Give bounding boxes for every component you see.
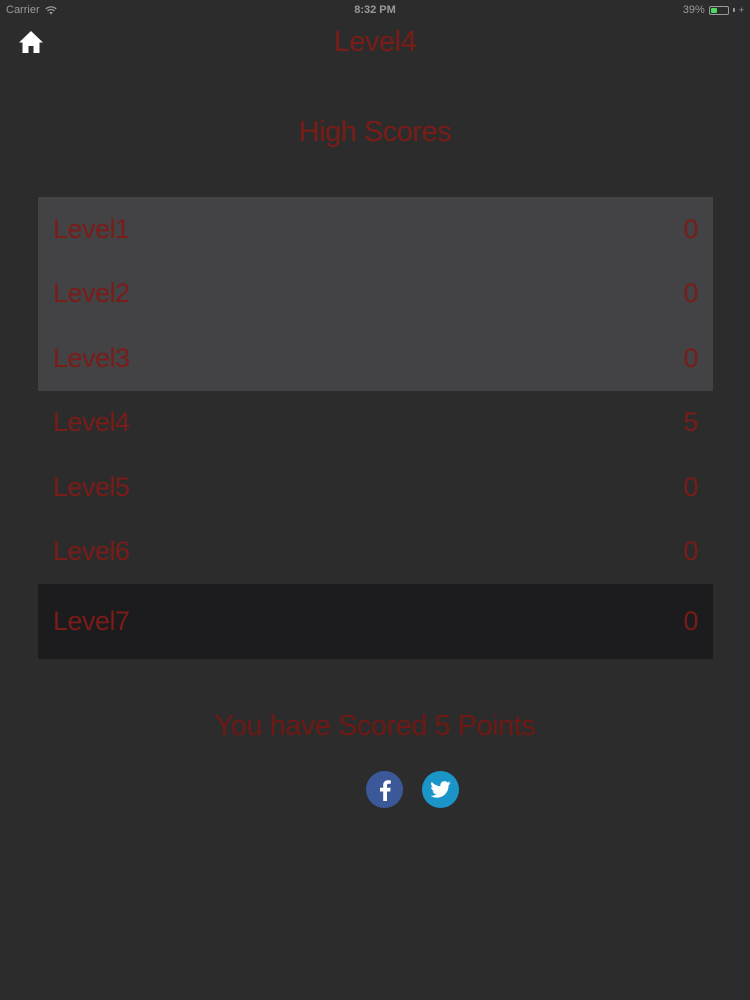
- battery-percent: 39%: [682, 4, 705, 16]
- score-row[interactable]: Level6 0: [38, 520, 713, 585]
- battery-icon: [708, 5, 729, 15]
- twitter-share-button[interactable]: [422, 771, 459, 808]
- level-name: Level2: [53, 278, 130, 309]
- level-score: 0: [683, 606, 698, 636]
- score-row[interactable]: Level7 0: [38, 584, 713, 659]
- score-row[interactable]: Level2 0: [38, 261, 713, 326]
- score-message: You have Scored 5 Points: [214, 710, 536, 742]
- high-scores-title: High Scores: [298, 116, 452, 148]
- facebook-icon: [379, 779, 391, 801]
- facebook-share-button[interactable]: [366, 771, 403, 808]
- score-row[interactable]: Level4 5: [38, 391, 713, 456]
- level-score: 0: [683, 342, 698, 373]
- level-score: 0: [683, 213, 698, 244]
- level-name: Level5: [53, 471, 130, 502]
- score-row[interactable]: Level1 0: [38, 197, 713, 262]
- status-right: 39% +: [683, 4, 744, 16]
- twitter-icon: [430, 781, 451, 798]
- level-name: Level1: [53, 213, 130, 244]
- level-name: Level4: [53, 407, 130, 438]
- score-row[interactable]: Level3 0: [38, 326, 713, 391]
- level-score: 5: [683, 407, 698, 438]
- page-title: Level4: [333, 26, 417, 58]
- status-bar: Carrier 8:32 PM 39% +: [0, 0, 750, 20]
- status-time: 8:32 PM: [354, 4, 396, 16]
- score-list: Level1 0 Level2 0 Level3 0 Level4 5 Leve…: [38, 197, 713, 659]
- charging-icon: +: [738, 5, 744, 15]
- level-score: 0: [683, 536, 698, 567]
- level-score: 0: [683, 471, 698, 502]
- level-name: Level6: [53, 536, 130, 567]
- score-row[interactable]: Level5 0: [38, 455, 713, 520]
- high-scores-screen: Carrier 8:32 PM 39% + Level4 High Scores…: [0, 0, 750, 1000]
- battery-cap: [732, 8, 735, 12]
- level-score: 0: [683, 278, 698, 309]
- level-name: Level3: [53, 342, 130, 373]
- battery-level: [710, 7, 717, 13]
- level-name: Level7: [53, 606, 130, 636]
- share-buttons: [366, 771, 459, 808]
